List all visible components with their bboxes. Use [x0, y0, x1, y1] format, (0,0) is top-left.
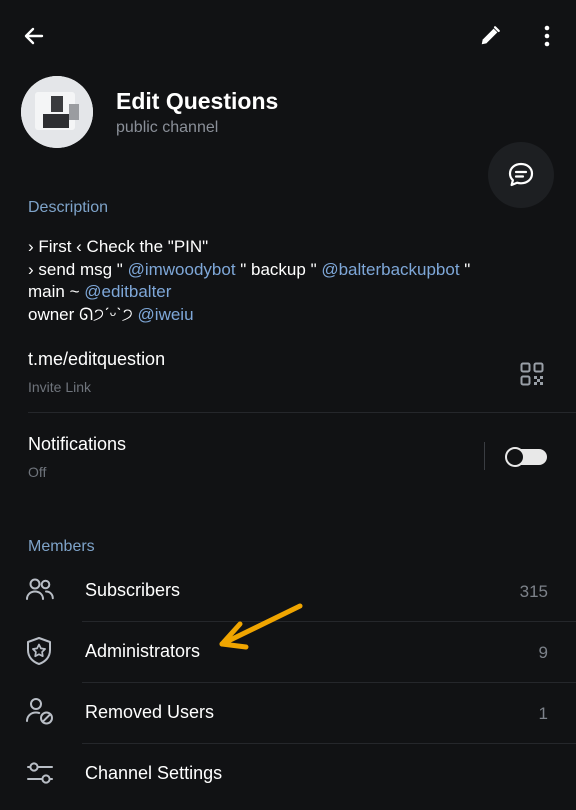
divider: [28, 412, 576, 413]
more-button[interactable]: [527, 16, 567, 56]
description-text-segment: ": [459, 259, 471, 279]
members-item-label: Removed Users: [85, 702, 215, 722]
description-line-1: › First ‹ Check the "PIN": [28, 237, 209, 256]
description-line-3: main ~ @editbalter: [28, 281, 470, 304]
toggle-knob: [505, 447, 525, 467]
description-line-2: › send msg " @imwoodybot " backup " @bal…: [28, 259, 470, 282]
qr-code-button[interactable]: [512, 354, 552, 394]
user-blocked-icon: [26, 698, 53, 725]
members-item-channel-settings[interactable]: Channel Settings: [0, 743, 576, 803]
invite-link-row[interactable]: t.me/editquestion Invite Link: [0, 340, 576, 412]
mention-link[interactable]: @editbalter: [84, 282, 171, 301]
shield-star-icon: [27, 637, 51, 665]
description-text-segment: › send msg ": [28, 259, 128, 279]
notifications-title: Notifications: [28, 434, 127, 454]
edit-button[interactable]: [470, 16, 510, 56]
notifications-toggle[interactable]: [505, 446, 549, 468]
discussion-button[interactable]: [488, 142, 554, 208]
annotation-arrow-icon: [219, 603, 303, 650]
chat-bubble-icon: [508, 162, 534, 187]
members-item-count: 315: [519, 582, 548, 601]
mention-link[interactable]: @imwoodybot: [128, 260, 236, 279]
notifications-status: Off: [28, 464, 47, 480]
vertical-divider: [484, 442, 485, 470]
members-item-label: Subscribers: [85, 580, 181, 600]
members-item-count: 9: [538, 643, 548, 662]
invite-link-label: Invite Link: [28, 379, 92, 395]
channel-avatar[interactable]: [21, 76, 93, 148]
description-label: Description: [28, 199, 109, 216]
description-text-segment: main ~: [28, 282, 85, 301]
back-button[interactable]: [14, 16, 54, 56]
members-item-removed-users[interactable]: Removed Users 1: [0, 682, 576, 742]
people-icon: [26, 578, 54, 600]
channel-name: Edit Questions: [116, 88, 279, 114]
members-item-count: 1: [538, 704, 548, 723]
notifications-row[interactable]: Notifications Off: [0, 420, 576, 492]
channel-type: public channel: [116, 119, 219, 136]
qr-code-icon: [520, 362, 544, 386]
description-line-4: owner ᘏ੭ˊᵕˋ੭ @iweiu: [28, 304, 470, 327]
description-text-segment: " backup ": [235, 259, 322, 279]
arrow-left-icon: [24, 27, 44, 45]
description-text: › First ‹ Check the "PIN" › send msg " @…: [28, 236, 470, 326]
members-item-label: Administrators: [85, 641, 201, 661]
avatar-photo-icon: [21, 76, 93, 148]
mention-link[interactable]: @iweiu: [138, 305, 194, 324]
sliders-icon: [27, 762, 53, 784]
invite-link: t.me/editquestion: [28, 349, 166, 369]
members-label: Members: [28, 538, 95, 555]
mention-link[interactable]: @balterbackupbot: [321, 260, 459, 279]
description-text-segment: owner ᘏ੭ˊᵕˋ੭: [28, 304, 138, 324]
members-item-label: Channel Settings: [85, 763, 223, 783]
vertical-dots-icon: [544, 25, 550, 47]
pencil-icon: [481, 26, 500, 45]
